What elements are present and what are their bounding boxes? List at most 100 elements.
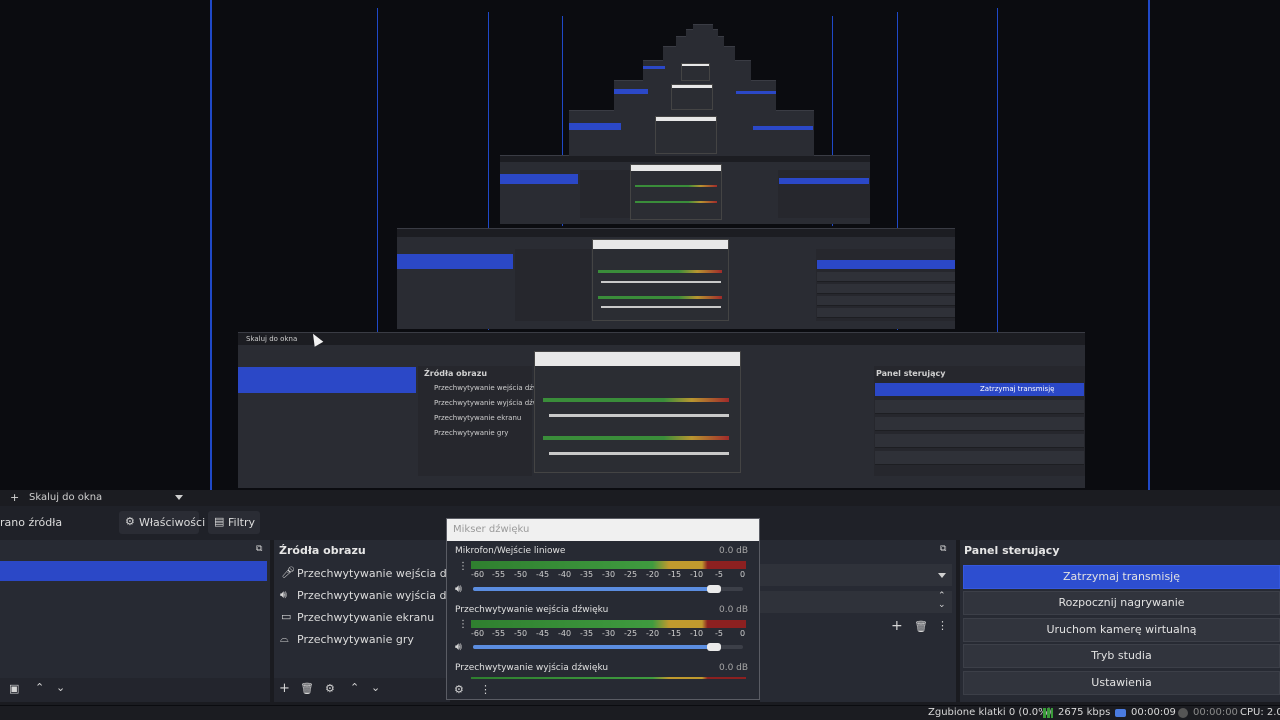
advanced-audio-icon[interactable]: ⚙ [454, 683, 464, 696]
nested-preview-level-10 [693, 24, 713, 30]
preview-bound-line [210, 0, 212, 490]
move-down-icon[interactable]: ⌄ [56, 681, 65, 694]
source-item-label: Przechwytywanie ekranu [297, 611, 435, 624]
settings-button[interactable]: Ustawienia [963, 671, 1280, 695]
nested-sources-title: Źródła obrazu [424, 369, 488, 378]
source-item-label: Przechwytywanie gry [297, 633, 414, 646]
live-time: 00:00:09 [1131, 707, 1176, 718]
speaker-icon[interactable]: 🔊︎ [455, 640, 462, 654]
monitor-icon: ▭ [281, 610, 292, 623]
move-up-icon[interactable]: ⌃ [350, 681, 359, 694]
properties-button[interactable]: ⚙ Właściwości [119, 511, 205, 534]
undock-icon[interactable]: ⧉ [940, 544, 946, 554]
dropped-frames: Zgubione klatki 0 (0.0%) [928, 707, 1052, 718]
gear-icon[interactable]: ⚙ [325, 682, 335, 695]
nested-preview-level-7 [663, 46, 735, 61]
stream-preview[interactable]: Skaluj do okna Źródła obrazu Przechwytyw… [0, 0, 1280, 490]
mixer-titlebar[interactable]: Mikser dźwięku [447, 519, 759, 541]
filters-button[interactable]: ▤ Filtry [208, 511, 260, 534]
channel-menu-icon[interactable]: ⋮ [458, 561, 468, 572]
rec-time: 00:00:00 [1193, 707, 1238, 718]
cpu-usage: CPU: 2.0 [1240, 707, 1280, 718]
sources-footer: + 🗑︎ ⚙ ⌃ ⌄ [274, 678, 450, 702]
move-down-icon[interactable]: ⌄ [371, 681, 380, 694]
audio-level-meter [471, 620, 746, 628]
channel-name: Przechwytywanie wejścia dźwięku [455, 605, 609, 615]
volume-knob[interactable] [707, 643, 721, 651]
audio-level-meter [471, 561, 746, 569]
volume-knob[interactable] [707, 585, 721, 593]
source-item[interactable]: ▭ Przechwytywanie ekranu [274, 608, 450, 628]
more-icon[interactable]: ⋮ [480, 683, 491, 696]
channel-name: Mikrofon/Wejście liniowe [455, 546, 566, 556]
nested-scale-label: Skaluj do okna [246, 335, 298, 343]
studio-mode-button[interactable]: Tryb studia [963, 644, 1280, 668]
audio-mixer-window[interactable]: Mikser dźwięku Mikrofon/Wejście liniowe … [446, 518, 760, 700]
more-icon[interactable]: ⋮ [937, 619, 948, 632]
filters-label: Filtry [228, 516, 255, 529]
nested-preview-level-4 [569, 110, 814, 156]
gamepad-icon: ⌓ [280, 632, 289, 645]
channel-db: 0.0 dB [719, 663, 749, 673]
start-recording-button[interactable]: Rozpocznij nagrywanie [963, 591, 1280, 615]
nested-preview-level-3 [500, 155, 870, 224]
record-icon [1178, 708, 1188, 718]
plus-icon[interactable]: + [10, 491, 19, 504]
scale-to-window-label[interactable]: Skaluj do okna [29, 492, 102, 503]
channel-db: 0.0 dB [719, 605, 749, 615]
layout-icon[interactable]: ▣ [9, 682, 19, 695]
preview-bound-line [1148, 0, 1150, 490]
stepper-down-icon[interactable]: ⌄ [938, 600, 946, 610]
microphone-icon: 🎤︎ [281, 566, 295, 579]
trash-icon[interactable]: 🗑︎ [914, 620, 928, 633]
mixer-title: Mikser dźwięku [453, 524, 530, 535]
nested-preview-level-2 [397, 228, 955, 329]
channel-menu-icon[interactable]: ⋮ [458, 619, 468, 630]
transitions-dock: ⧉ ⌃ ⌄ + 🗑︎ ⋮ [760, 540, 956, 702]
stop-streaming-button[interactable]: Zatrzymaj transmisję [963, 565, 1280, 589]
bitrate: 2675 kbps [1058, 707, 1111, 718]
speaker-icon: 🔊︎ [280, 588, 287, 601]
volume-slider[interactable] [473, 645, 711, 649]
scene-item-selected[interactable] [0, 561, 267, 581]
volume-slider[interactable] [473, 587, 711, 591]
mixer-footer: ⚙ ⋮ [447, 679, 759, 699]
nested-controls-title: Panel sterujący [876, 369, 946, 378]
channel-db: 0.0 dB [719, 546, 749, 556]
undock-icon[interactable]: ⧉ [256, 544, 262, 554]
nested-preview-level-9 [686, 29, 718, 37]
scenes-footer: ▣ ⌃ ⌄ [0, 678, 270, 702]
source-item[interactable]: 🎤︎ Przechwytywanie wejścia dźwięku [274, 564, 484, 584]
trash-icon[interactable]: 🗑︎ [300, 682, 314, 695]
add-icon[interactable]: + [279, 681, 290, 696]
source-item[interactable]: ⌓ Przechwytywanie gry [274, 630, 450, 650]
transition-select[interactable] [760, 564, 952, 586]
sources-dock: Źródła obrazu 🎤︎ Przechwytywanie wejścia… [274, 540, 484, 702]
controls-title: Panel sterujący [964, 544, 1060, 557]
nested-preview-level-8 [676, 36, 724, 47]
move-up-icon[interactable]: ⌃ [35, 681, 44, 694]
chevron-down-icon [938, 573, 946, 578]
nested-control-label: Zatrzymaj transmisję [980, 385, 1055, 393]
selected-source-label: rano źródła [0, 516, 63, 529]
speaker-icon[interactable]: 🔊︎ [455, 582, 462, 596]
live-icon [1115, 709, 1126, 717]
source-item[interactable]: 🔊︎ Przechwytywanie wyjścia dźwięku [274, 586, 484, 606]
properties-label: Właściwości [139, 516, 206, 529]
sources-title: Źródła obrazu [279, 544, 366, 557]
filter-icon: ▤ [214, 515, 225, 528]
nested-preview-level-1: Skaluj do okna Źródła obrazu Przechwytyw… [238, 332, 1085, 488]
status-bar: Zgubione klatki 0 (0.0%) 2675 kbps 00:00… [0, 706, 1280, 720]
nested-source-item: Przechwytywanie ekranu [434, 414, 522, 422]
channel-name: Przechwytywanie wyjścia dźwięku [455, 663, 609, 673]
scenes-dock: ⧉ ▣ ⌃ ⌄ [0, 540, 270, 702]
nested-preview-level-6 [643, 60, 751, 81]
nested-source-item: Przechwytywanie gry [434, 429, 509, 437]
add-icon[interactable]: + [891, 618, 903, 634]
preview-scale-bar: + Skaluj do okna [0, 490, 1280, 506]
signal-icon [1043, 708, 1053, 718]
chevron-down-icon[interactable] [175, 495, 183, 500]
start-virtual-camera-button[interactable]: Uruchom kamerę wirtualną [963, 618, 1280, 642]
duration-stepper[interactable]: ⌃ ⌄ [760, 591, 952, 613]
nested-preview-level-5 [614, 80, 776, 111]
